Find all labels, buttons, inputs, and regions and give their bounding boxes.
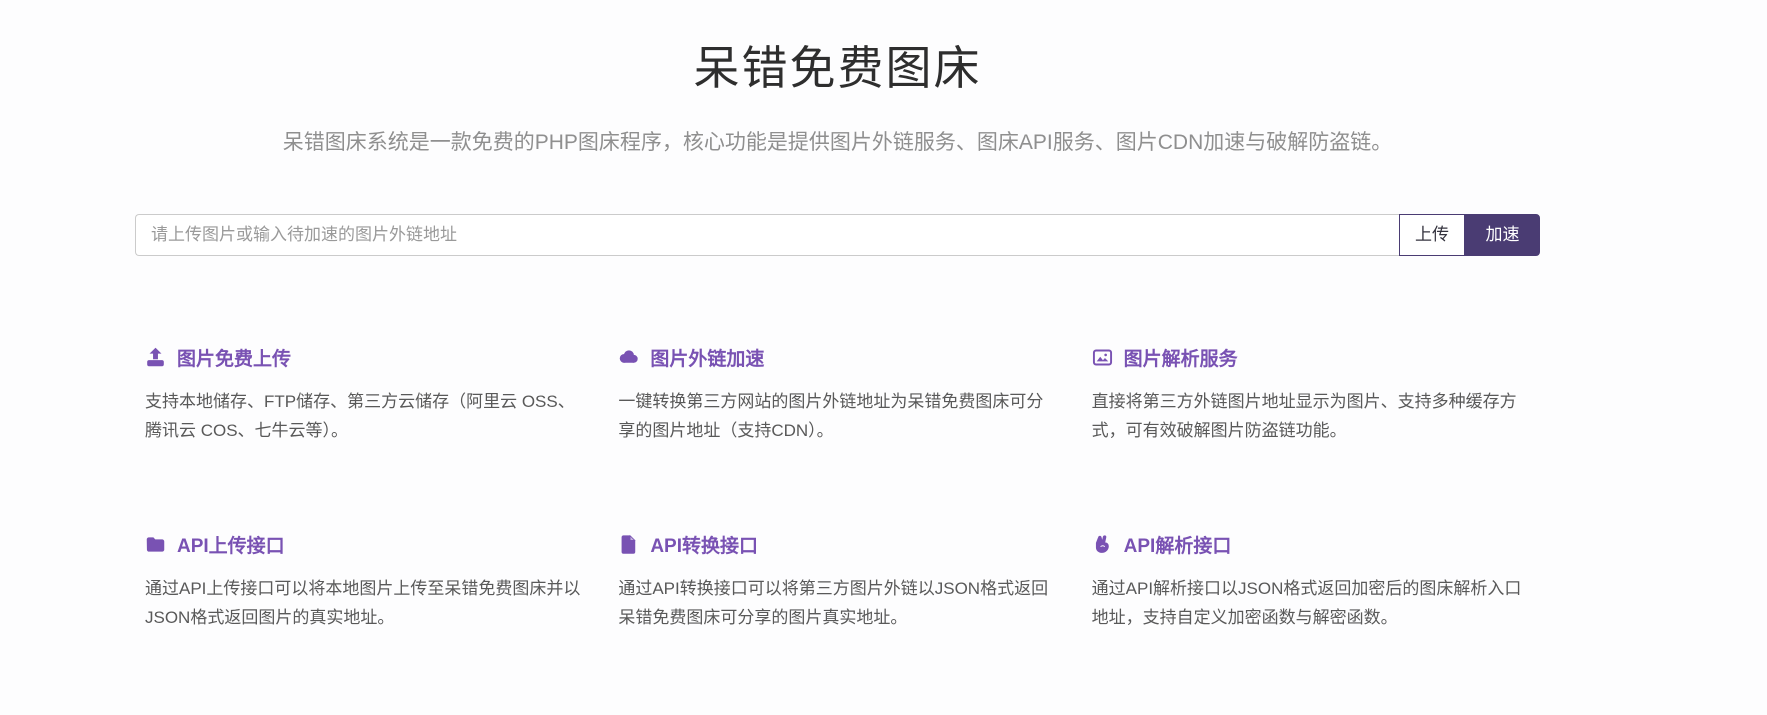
feature-description: 一键转换第三方网站的图片外链地址为呆错免费图床可分享的图片地址（支持CDN）。 [618,387,1056,445]
upload-button[interactable]: 上传 [1399,214,1465,256]
hand-peace-icon [1092,534,1113,555]
search-bar: 上传 加速 [135,214,1540,256]
feature-title-text: API解析接口 [1124,531,1232,558]
feature-description: 通过API解析接口以JSON格式返回加密后的图床解析入口地址，支持自定义加密函数… [1092,574,1530,632]
feature-description: 通过API转换接口可以将第三方图片外链以JSON格式返回呆错免费图床可分享的图片… [618,574,1056,632]
feature-grid: 图片免费上传 支持本地储存、FTP储存、第三方云储存（阿里云 OSS、腾讯云 C… [135,344,1540,632]
image-icon [1092,347,1113,368]
feature-card-image-parse: 图片解析服务 直接将第三方外链图片地址显示为图片、支持多种缓存方式，可有效破解图… [1092,344,1530,445]
feature-title-text: 图片免费上传 [177,344,291,371]
feature-description: 直接将第三方外链图片地址显示为图片、支持多种缓存方式，可有效破解图片防盗链功能。 [1092,387,1530,445]
feature-title-text: API上传接口 [177,531,285,558]
feature-description: 通过API上传接口可以将本地图片上传至呆错免费图床并以JSON格式返回图片的真实… [145,574,583,632]
file-icon [618,534,639,555]
accelerate-button[interactable]: 加速 [1465,214,1540,256]
feature-card-api-parse: API解析接口 通过API解析接口以JSON格式返回加密后的图床解析入口地址，支… [1092,531,1530,632]
folder-icon [145,534,166,555]
feature-card-free-upload: 图片免费上传 支持本地储存、FTP储存、第三方云储存（阿里云 OSS、腾讯云 C… [145,344,583,445]
page-title: 呆错免费图床 [135,32,1540,98]
feature-card-link-accelerate: 图片外链加速 一键转换第三方网站的图片外链地址为呆错免费图床可分享的图片地址（支… [618,344,1056,445]
main-content: 呆错免费图床 呆错图床系统是一款免费的PHP图床程序，核心功能是提供图片外链服务… [135,32,1540,632]
page-subtitle: 呆错图床系统是一款免费的PHP图床程序，核心功能是提供图片外链服务、图床API服… [135,126,1540,156]
image-url-input[interactable] [135,214,1399,256]
feature-card-api-upload: API上传接口 通过API上传接口可以将本地图片上传至呆错免费图床并以JSON格… [145,531,583,632]
feature-title-text: 图片解析服务 [1124,344,1238,371]
cloud-icon [618,347,639,368]
feature-description: 支持本地储存、FTP储存、第三方云储存（阿里云 OSS、腾讯云 COS、七牛云等… [145,387,583,445]
feature-title-text: API转换接口 [650,531,758,558]
feature-card-api-convert: API转换接口 通过API转换接口可以将第三方图片外链以JSON格式返回呆错免费… [618,531,1056,632]
upload-icon [145,347,166,368]
feature-title-text: 图片外链加速 [650,344,764,371]
